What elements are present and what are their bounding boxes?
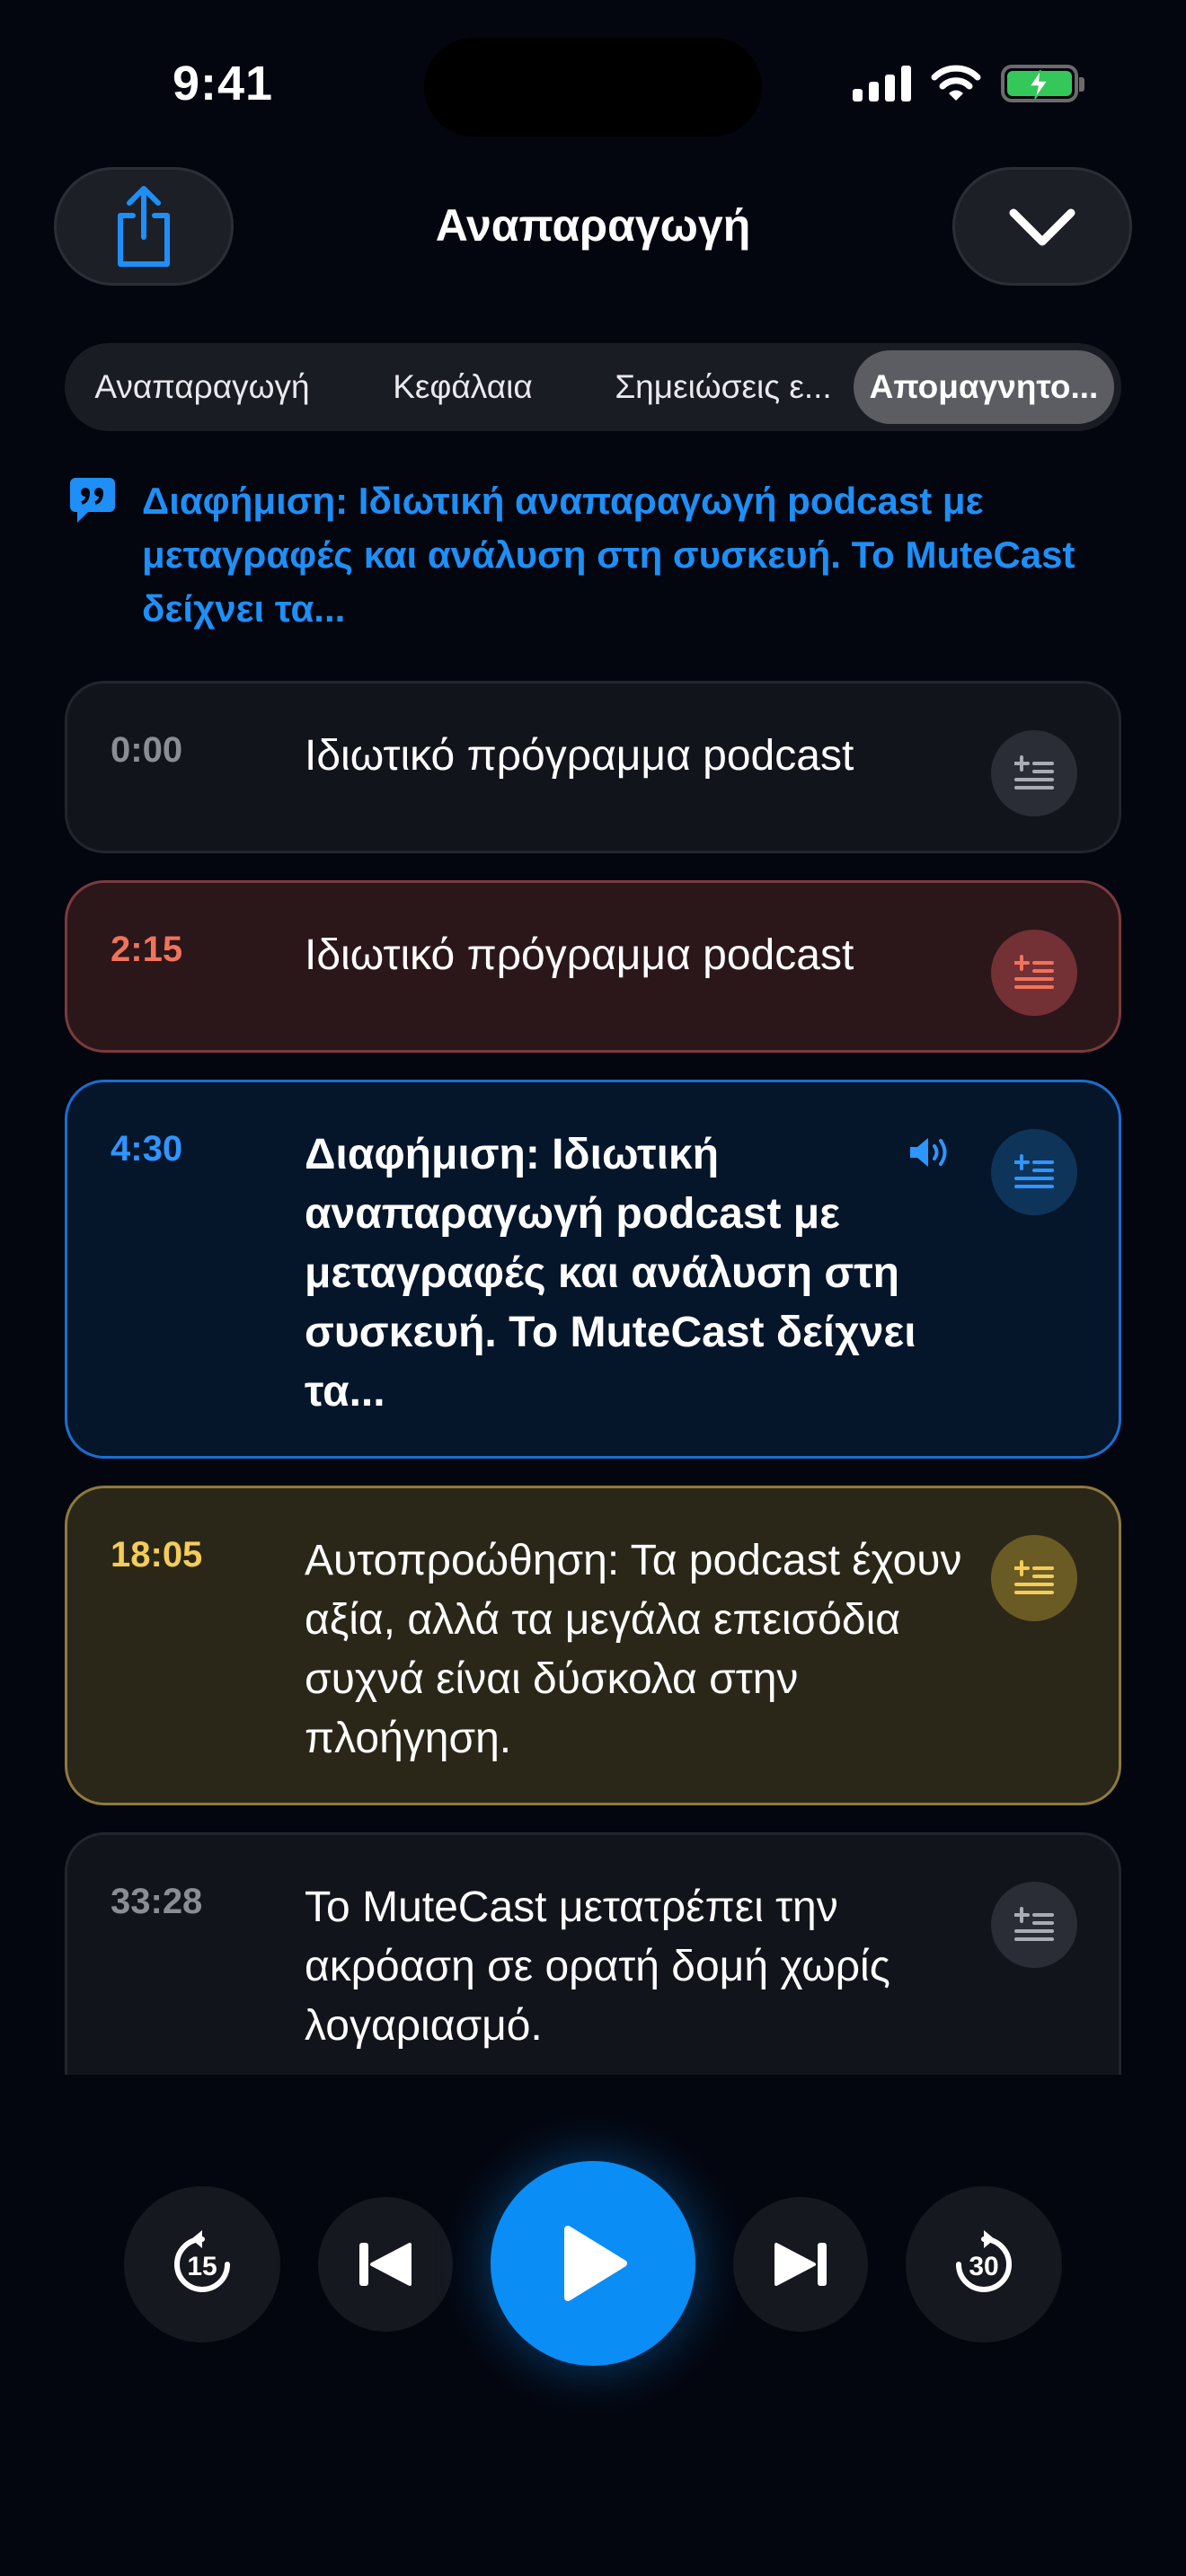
play-icon xyxy=(564,2226,627,2301)
skip-back-15-icon: 15 xyxy=(174,2230,230,2292)
tab-chapters[interactable]: Κεφάλαια xyxy=(332,350,593,424)
status-time: 9:41 xyxy=(173,57,274,110)
segment-text: Αυτοπροώθηση: Τα podcast έχουν αξία, αλλ… xyxy=(305,1537,962,1762)
previous-chapter-button[interactable] xyxy=(318,2197,453,2332)
skip-forward-30-icon: 30 xyxy=(956,2230,1012,2292)
add-note-icon xyxy=(1014,955,1054,989)
segment-text: Το MuteCast μετατρέπει την ακρόαση σε ορ… xyxy=(305,1883,890,2050)
skip-back-button[interactable]: 15 xyxy=(124,2186,280,2342)
add-note-icon xyxy=(1014,755,1054,790)
tab-playback[interactable]: Αναπαραγωγή xyxy=(72,350,332,424)
status-icons xyxy=(853,65,1084,102)
segment-timestamp[interactable]: 2:15 xyxy=(111,930,182,970)
add-note-button[interactable] xyxy=(991,1535,1077,1621)
segment-timestamp[interactable]: 0:00 xyxy=(111,730,182,771)
add-note-button[interactable] xyxy=(991,1882,1077,1968)
quote-bubble-icon xyxy=(70,478,115,523)
transcript-segment[interactable]: 18:05 Αυτοπροώθηση: Τα podcast έχουν αξί… xyxy=(65,1486,1121,1805)
chevron-down-icon xyxy=(1009,208,1075,246)
add-note-button[interactable] xyxy=(991,1129,1077,1215)
wifi-icon xyxy=(931,65,981,101)
segment-timestamp[interactable]: 18:05 xyxy=(111,1535,202,1575)
play-button[interactable] xyxy=(491,2161,695,2366)
transcript-segment[interactable]: 2:15 Ιδιωτικό πρόγραμμα podcast xyxy=(65,880,1121,1053)
tab-notes[interactable]: Σημειώσεις ε... xyxy=(593,350,854,424)
cellular-signal-icon xyxy=(853,66,911,101)
close-button[interactable] xyxy=(952,167,1132,286)
skip-forward-label: 30 xyxy=(969,2252,998,2281)
skip-forward-button[interactable]: 30 xyxy=(906,2186,1062,2342)
skip-back-label: 15 xyxy=(187,2252,217,2281)
add-note-icon xyxy=(1014,1907,1054,1941)
segment-text: Ιδιωτικό πρόγραμμα podcast xyxy=(305,732,854,780)
current-segment-summary: Διαφήμιση: Ιδιωτική αναπαραγωγή podcast … xyxy=(68,474,1128,636)
summary-text: Διαφήμιση: Ιδιωτική αναπαραγωγή podcast … xyxy=(142,480,1075,630)
previous-icon xyxy=(359,2243,412,2286)
segment-text: Διαφήμιση: Ιδιωτική αναπαραγωγή podcast … xyxy=(305,1131,916,1416)
next-icon xyxy=(774,2243,827,2286)
add-note-icon xyxy=(1014,1560,1054,1594)
next-chapter-button[interactable] xyxy=(733,2197,868,2332)
dynamic-island xyxy=(424,38,762,137)
transcript-segment-current[interactable]: 4:30 Διαφήμιση: Ιδιωτική αναπαραγωγή pod… xyxy=(65,1080,1121,1459)
segment-timestamp[interactable]: 4:30 xyxy=(111,1129,182,1169)
add-note-icon xyxy=(1014,1154,1054,1188)
add-note-button[interactable] xyxy=(991,730,1077,816)
speaker-playing-icon xyxy=(910,1138,947,1167)
segment-timestamp[interactable]: 33:28 xyxy=(111,1882,202,1922)
segment-text: Ιδιωτικό πρόγραμμα podcast xyxy=(305,931,854,979)
view-tabs: Αναπαραγωγή Κεφάλαια Σημειώσεις ε... Απο… xyxy=(65,343,1121,431)
battery-icon xyxy=(1001,65,1084,102)
transcript-segment[interactable]: 0:00 Ιδιωτικό πρόγραμμα podcast xyxy=(65,681,1121,853)
add-note-button[interactable] xyxy=(991,930,1077,1016)
tab-transcript[interactable]: Απομαγνητο... xyxy=(854,350,1114,424)
